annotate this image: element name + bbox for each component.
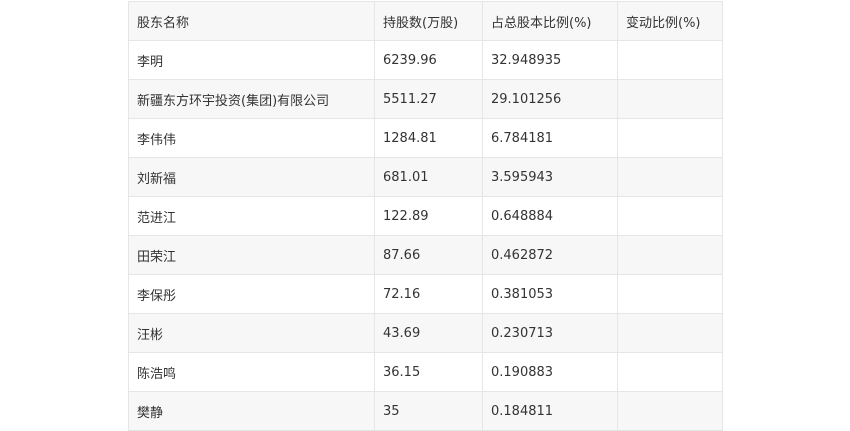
cell-shareholder-name: 李保彤	[128, 274, 375, 314]
cell-share-ratio: 0.462872	[482, 235, 618, 275]
table-row: 田荣江 87.66 0.462872	[128, 235, 723, 275]
cell-shares-held: 72.16	[374, 274, 483, 314]
cell-change-ratio	[617, 391, 723, 431]
cell-shareholder-name: 陈浩鸣	[128, 352, 375, 392]
cell-change-ratio	[617, 157, 723, 197]
cell-change-ratio	[617, 118, 723, 158]
shareholder-table: 股东名称 持股数(万股) 占总股本比例(%) 变动比例(%) 李明 6239.9…	[128, 1, 723, 431]
table-row: 范进江 122.89 0.648884	[128, 196, 723, 236]
cell-shares-held: 5511.27	[374, 79, 483, 119]
cell-share-ratio: 32.948935	[482, 40, 618, 80]
cell-share-ratio: 3.595943	[482, 157, 618, 197]
cell-share-ratio: 0.190883	[482, 352, 618, 392]
cell-shareholder-name: 樊静	[128, 391, 375, 431]
header-change-ratio: 变动比例(%)	[617, 1, 723, 41]
table-row: 刘新福 681.01 3.595943	[128, 157, 723, 197]
cell-shareholder-name: 新疆东方环宇投资(集团)有限公司	[128, 79, 375, 119]
cell-shares-held: 35	[374, 391, 483, 431]
cell-change-ratio	[617, 352, 723, 392]
cell-shareholder-name: 李明	[128, 40, 375, 80]
cell-share-ratio: 0.648884	[482, 196, 618, 236]
table-row: 陈浩鸣 36.15 0.190883	[128, 352, 723, 392]
cell-shares-held: 1284.81	[374, 118, 483, 158]
cell-change-ratio	[617, 79, 723, 119]
table-header-row: 股东名称 持股数(万股) 占总股本比例(%) 变动比例(%)	[128, 1, 723, 41]
cell-change-ratio	[617, 235, 723, 275]
cell-shareholder-name: 范进江	[128, 196, 375, 236]
table-row: 李伟伟 1284.81 6.784181	[128, 118, 723, 158]
cell-share-ratio: 29.101256	[482, 79, 618, 119]
cell-shareholder-name: 田荣江	[128, 235, 375, 275]
table-row: 樊静 35 0.184811	[128, 391, 723, 431]
cell-shares-held: 36.15	[374, 352, 483, 392]
table-row: 李明 6239.96 32.948935	[128, 40, 723, 80]
cell-shareholder-name: 李伟伟	[128, 118, 375, 158]
header-shareholder-name: 股东名称	[128, 1, 375, 41]
cell-share-ratio: 0.381053	[482, 274, 618, 314]
header-shares-held: 持股数(万股)	[374, 1, 483, 41]
cell-share-ratio: 6.784181	[482, 118, 618, 158]
cell-change-ratio	[617, 40, 723, 80]
cell-shares-held: 87.66	[374, 235, 483, 275]
shareholder-table-container: 股东名称 持股数(万股) 占总股本比例(%) 变动比例(%) 李明 6239.9…	[128, 1, 723, 431]
cell-shares-held: 6239.96	[374, 40, 483, 80]
cell-shares-held: 681.01	[374, 157, 483, 197]
cell-shares-held: 43.69	[374, 313, 483, 353]
table-row: 李保彤 72.16 0.381053	[128, 274, 723, 314]
cell-change-ratio	[617, 313, 723, 353]
cell-change-ratio	[617, 274, 723, 314]
table-row: 汪彬 43.69 0.230713	[128, 313, 723, 353]
cell-change-ratio	[617, 196, 723, 236]
table-row: 新疆东方环宇投资(集团)有限公司 5511.27 29.101256	[128, 79, 723, 119]
header-share-ratio: 占总股本比例(%)	[482, 1, 618, 41]
cell-shares-held: 122.89	[374, 196, 483, 236]
cell-shareholder-name: 刘新福	[128, 157, 375, 197]
cell-share-ratio: 0.184811	[482, 391, 618, 431]
cell-shareholder-name: 汪彬	[128, 313, 375, 353]
cell-share-ratio: 0.230713	[482, 313, 618, 353]
